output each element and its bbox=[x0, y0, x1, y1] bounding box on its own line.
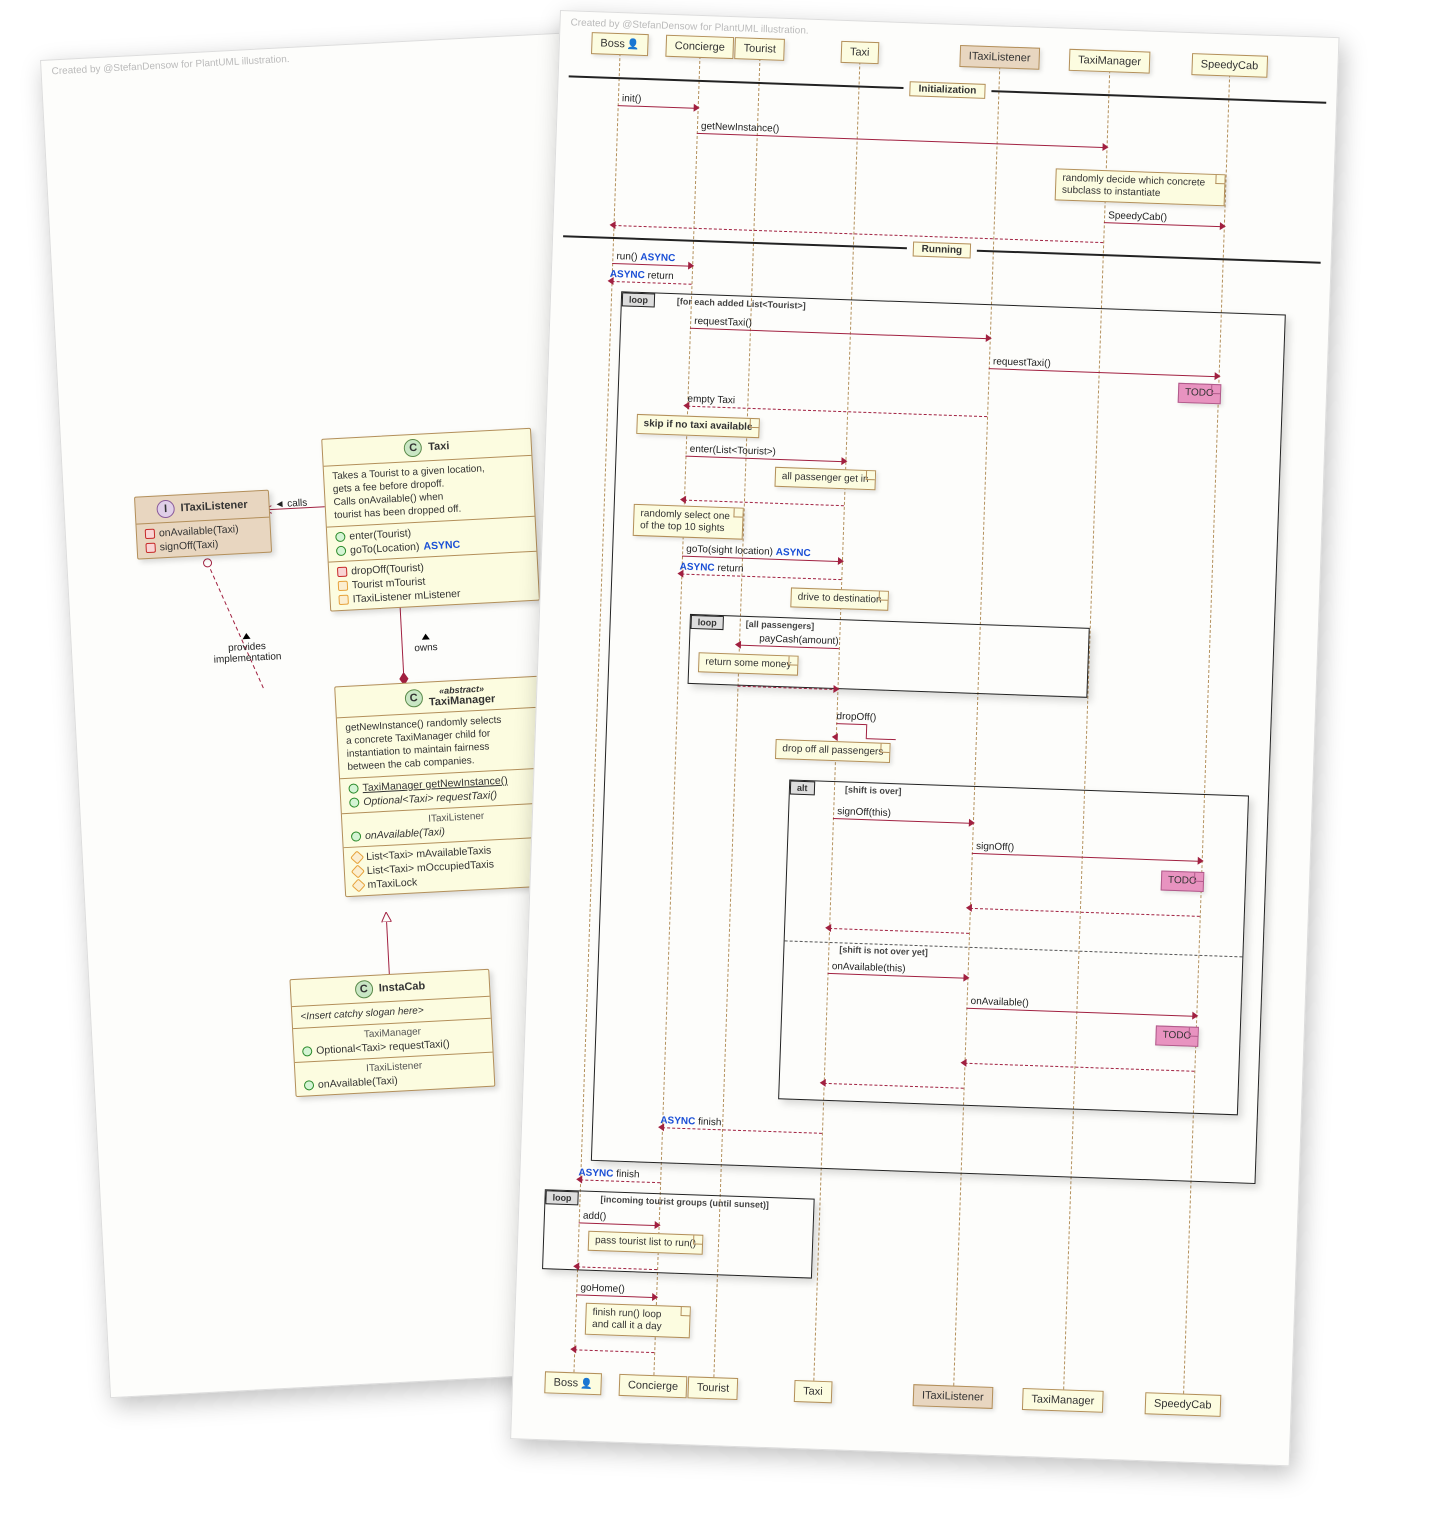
frag-guard: [for each added List<Tourist>] bbox=[677, 296, 806, 310]
msg-dropoff: dropOff() bbox=[836, 711, 876, 723]
frag-guard: [incoming tourist groups (until sunset)] bbox=[600, 1194, 769, 1210]
member: mTaxiLock bbox=[367, 876, 417, 891]
msg-init: init() bbox=[622, 93, 642, 105]
interface-badge-icon: I bbox=[156, 500, 175, 519]
msg-requesttaxi2: requestTaxi() bbox=[993, 356, 1051, 369]
msg-async-finish1: ASYNC finish bbox=[660, 1115, 722, 1128]
participant-manager: TaxiManager bbox=[1069, 49, 1151, 74]
participant-taxi: Taxi bbox=[841, 41, 879, 64]
msg-speedycab: SpeedyCab() bbox=[1108, 210, 1167, 223]
note-getin: all passenger get in bbox=[774, 467, 875, 491]
note-todo2: TODO bbox=[1161, 871, 1204, 892]
rel-owns: owns bbox=[414, 642, 438, 654]
frag-tag: loop bbox=[622, 292, 655, 307]
member: onAvailable(Taxi) bbox=[365, 826, 445, 842]
note-dropoff: drop off all passengers bbox=[775, 739, 891, 763]
note-pass: pass tourist list to run() bbox=[588, 1231, 704, 1255]
participant-speedy: SpeedyCab bbox=[1191, 53, 1267, 78]
class-badge-icon: C bbox=[404, 439, 423, 458]
msg-run: run() ASYNC bbox=[616, 251, 675, 264]
member: onAvailable(Taxi) bbox=[318, 1075, 398, 1091]
msg-enter: enter(List<Tourist>) bbox=[690, 444, 776, 458]
slogan: <Insert catchy slogan here> bbox=[300, 1005, 424, 1022]
divider-run: Running bbox=[563, 229, 1321, 269]
interface-itaxilistener: IITaxiListener onAvailable(Taxi) signOff… bbox=[134, 490, 272, 560]
note-todo1: TODO bbox=[1178, 383, 1221, 404]
participant-boss: Boss bbox=[591, 32, 649, 56]
rel-calls: ◄ calls bbox=[274, 498, 307, 511]
class-taxi: CTaxi Takes a Tourist to a given locatio… bbox=[321, 428, 540, 612]
class-instacab: CInstaCab <Insert catchy slogan here> Ta… bbox=[289, 969, 495, 1097]
participant-tourist: Tourist bbox=[734, 37, 785, 61]
participant-boss-bottom: Boss bbox=[544, 1371, 602, 1395]
member: goTo(Location) bbox=[350, 541, 420, 557]
participant-tourist-bottom: Tourist bbox=[687, 1376, 738, 1400]
frag-tag: loop bbox=[545, 1190, 578, 1205]
note-skip: skip if no taxi available bbox=[636, 414, 760, 438]
frag-tag: alt bbox=[790, 781, 815, 796]
class-badge-icon: C bbox=[404, 689, 423, 708]
msg-gohome: goHome() bbox=[580, 1282, 625, 1295]
msg-signoff2: signOff() bbox=[976, 841, 1015, 853]
note-sight: randomly select oneof the top 10 sights bbox=[633, 504, 744, 540]
note-todo3: TODO bbox=[1155, 1025, 1198, 1046]
msg-goto-return: ASYNC return bbox=[679, 562, 743, 575]
participant-manager-bottom: TaxiManager bbox=[1022, 1388, 1104, 1413]
class-name: TaxiManager bbox=[429, 693, 496, 708]
msg-requesttaxi1: requestTaxi() bbox=[694, 316, 752, 329]
class-name: Taxi bbox=[428, 440, 450, 453]
class-badge-icon: C bbox=[354, 980, 373, 999]
frag-guard: [shift is over] bbox=[845, 784, 902, 796]
participant-concierge: Concierge bbox=[665, 35, 734, 59]
note-drive: drive to destination bbox=[790, 587, 889, 610]
note-gohome: finish run() loopand call it a day bbox=[585, 1303, 691, 1339]
msg-run-return: ASYNC return bbox=[610, 269, 674, 282]
member: signOff(Taxi) bbox=[159, 538, 218, 553]
participant-listener-bottom: ITaxiListener bbox=[913, 1384, 993, 1409]
frag-tag: loop bbox=[690, 615, 723, 630]
participant-listener: ITaxiListener bbox=[959, 45, 1039, 70]
note-money: return some money bbox=[698, 652, 799, 675]
msg-async-finish2: ASYNC finish bbox=[578, 1167, 640, 1180]
rel-provides: provides implementation bbox=[213, 641, 281, 666]
msg-add: add() bbox=[583, 1211, 607, 1223]
msg-emptytaxi: empty Taxi bbox=[687, 394, 735, 407]
participant-taxi-bottom: Taxi bbox=[794, 1380, 832, 1403]
msg-onavail2: onAvailable() bbox=[970, 996, 1029, 1009]
msg-signoff1: signOff(this) bbox=[837, 806, 891, 819]
frag-guard-else: [shift is not over yet] bbox=[839, 944, 928, 957]
frag-guard: [all passengers] bbox=[746, 619, 815, 631]
participant-speedy-bottom: SpeedyCab bbox=[1145, 1392, 1221, 1417]
interface-name: ITaxiListener bbox=[180, 499, 248, 514]
credit-text: Created by @StefanDensow for PlantUML il… bbox=[51, 54, 289, 77]
note-subclass: randomly decide which concretesubclass t… bbox=[1055, 168, 1226, 206]
msg-getnew: getNewInstance() bbox=[701, 121, 780, 135]
async-tag: ASYNC bbox=[423, 539, 460, 553]
class-name: InstaCab bbox=[379, 980, 426, 994]
msg-onavail1: onAvailable(this) bbox=[832, 961, 906, 975]
sequence-diagram-page: Created by @StefanDensow for PlantUML il… bbox=[510, 10, 1339, 1466]
participant-concierge-bottom: Concierge bbox=[619, 1374, 688, 1398]
